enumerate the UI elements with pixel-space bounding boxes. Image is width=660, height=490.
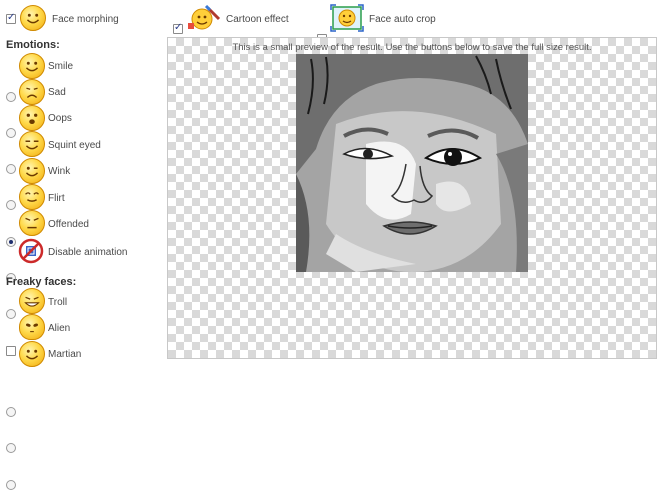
freaky-label-troll: Troll (48, 297, 68, 308)
freaky-faces-heading: Freaky faces: (6, 276, 77, 288)
face-morphing-checkbox[interactable] (6, 12, 16, 24)
oops-face-icon (19, 105, 45, 131)
result-preview-image (296, 54, 528, 272)
preview-caption: This is a small preview of the result. U… (232, 42, 592, 53)
emotion-label-smile: Smile (48, 61, 74, 72)
face-morphing-label: Face morphing (52, 14, 119, 25)
emotion-radio-offended[interactable] (6, 309, 16, 319)
cartoon-effect-checkbox[interactable] (173, 22, 183, 34)
cartoon-brush-icon (186, 4, 222, 31)
emotion-label-oops: Oops (48, 113, 72, 124)
disable-animation-checkbox[interactable] (6, 346, 16, 356)
wink-face-icon (19, 158, 45, 184)
emotion-radio-wink[interactable] (6, 237, 16, 247)
cartoon-effect-label: Cartoon effect (226, 14, 289, 25)
offended-face-icon (19, 210, 45, 236)
emotion-label-sad: Sad (48, 87, 66, 98)
smile-face-icon (19, 53, 45, 79)
emotion-radio-smile[interactable] (6, 92, 16, 102)
emotion-radio-squint-eyed[interactable] (6, 200, 16, 210)
emotion-radio-sad[interactable] (6, 128, 16, 138)
freaky-radio-martian[interactable] (6, 480, 16, 490)
troll-face-icon (19, 288, 45, 314)
disable-animation-icon (18, 238, 44, 264)
emotion-label-offended: Offended (48, 219, 89, 230)
freaky-radio-alien[interactable] (6, 443, 16, 453)
sad-face-icon (19, 79, 45, 105)
disable-animation-label: Disable animation (48, 247, 128, 258)
emotions-heading: Emotions: (6, 39, 60, 51)
emotion-label-squint-eyed: Squint eyed (48, 140, 101, 151)
alien-face-icon (19, 314, 45, 340)
freaky-radio-troll[interactable] (6, 407, 16, 417)
emotion-label-wink: Wink (48, 166, 71, 177)
flirt-face-icon (19, 184, 45, 210)
freaky-label-martian: Martian (48, 349, 82, 360)
preview-panel: This is a small preview of the result. U… (167, 37, 657, 359)
emotion-label-flirt: Flirt (48, 193, 65, 204)
freaky-label-alien: Alien (48, 323, 71, 334)
emotion-radio-oops[interactable] (6, 164, 16, 174)
martian-face-icon (19, 341, 45, 367)
smiley-icon (20, 5, 46, 31)
face-crop-icon (330, 4, 364, 32)
face-auto-crop-label: Face auto crop (369, 14, 436, 25)
squint-eyed-face-icon (19, 131, 45, 157)
